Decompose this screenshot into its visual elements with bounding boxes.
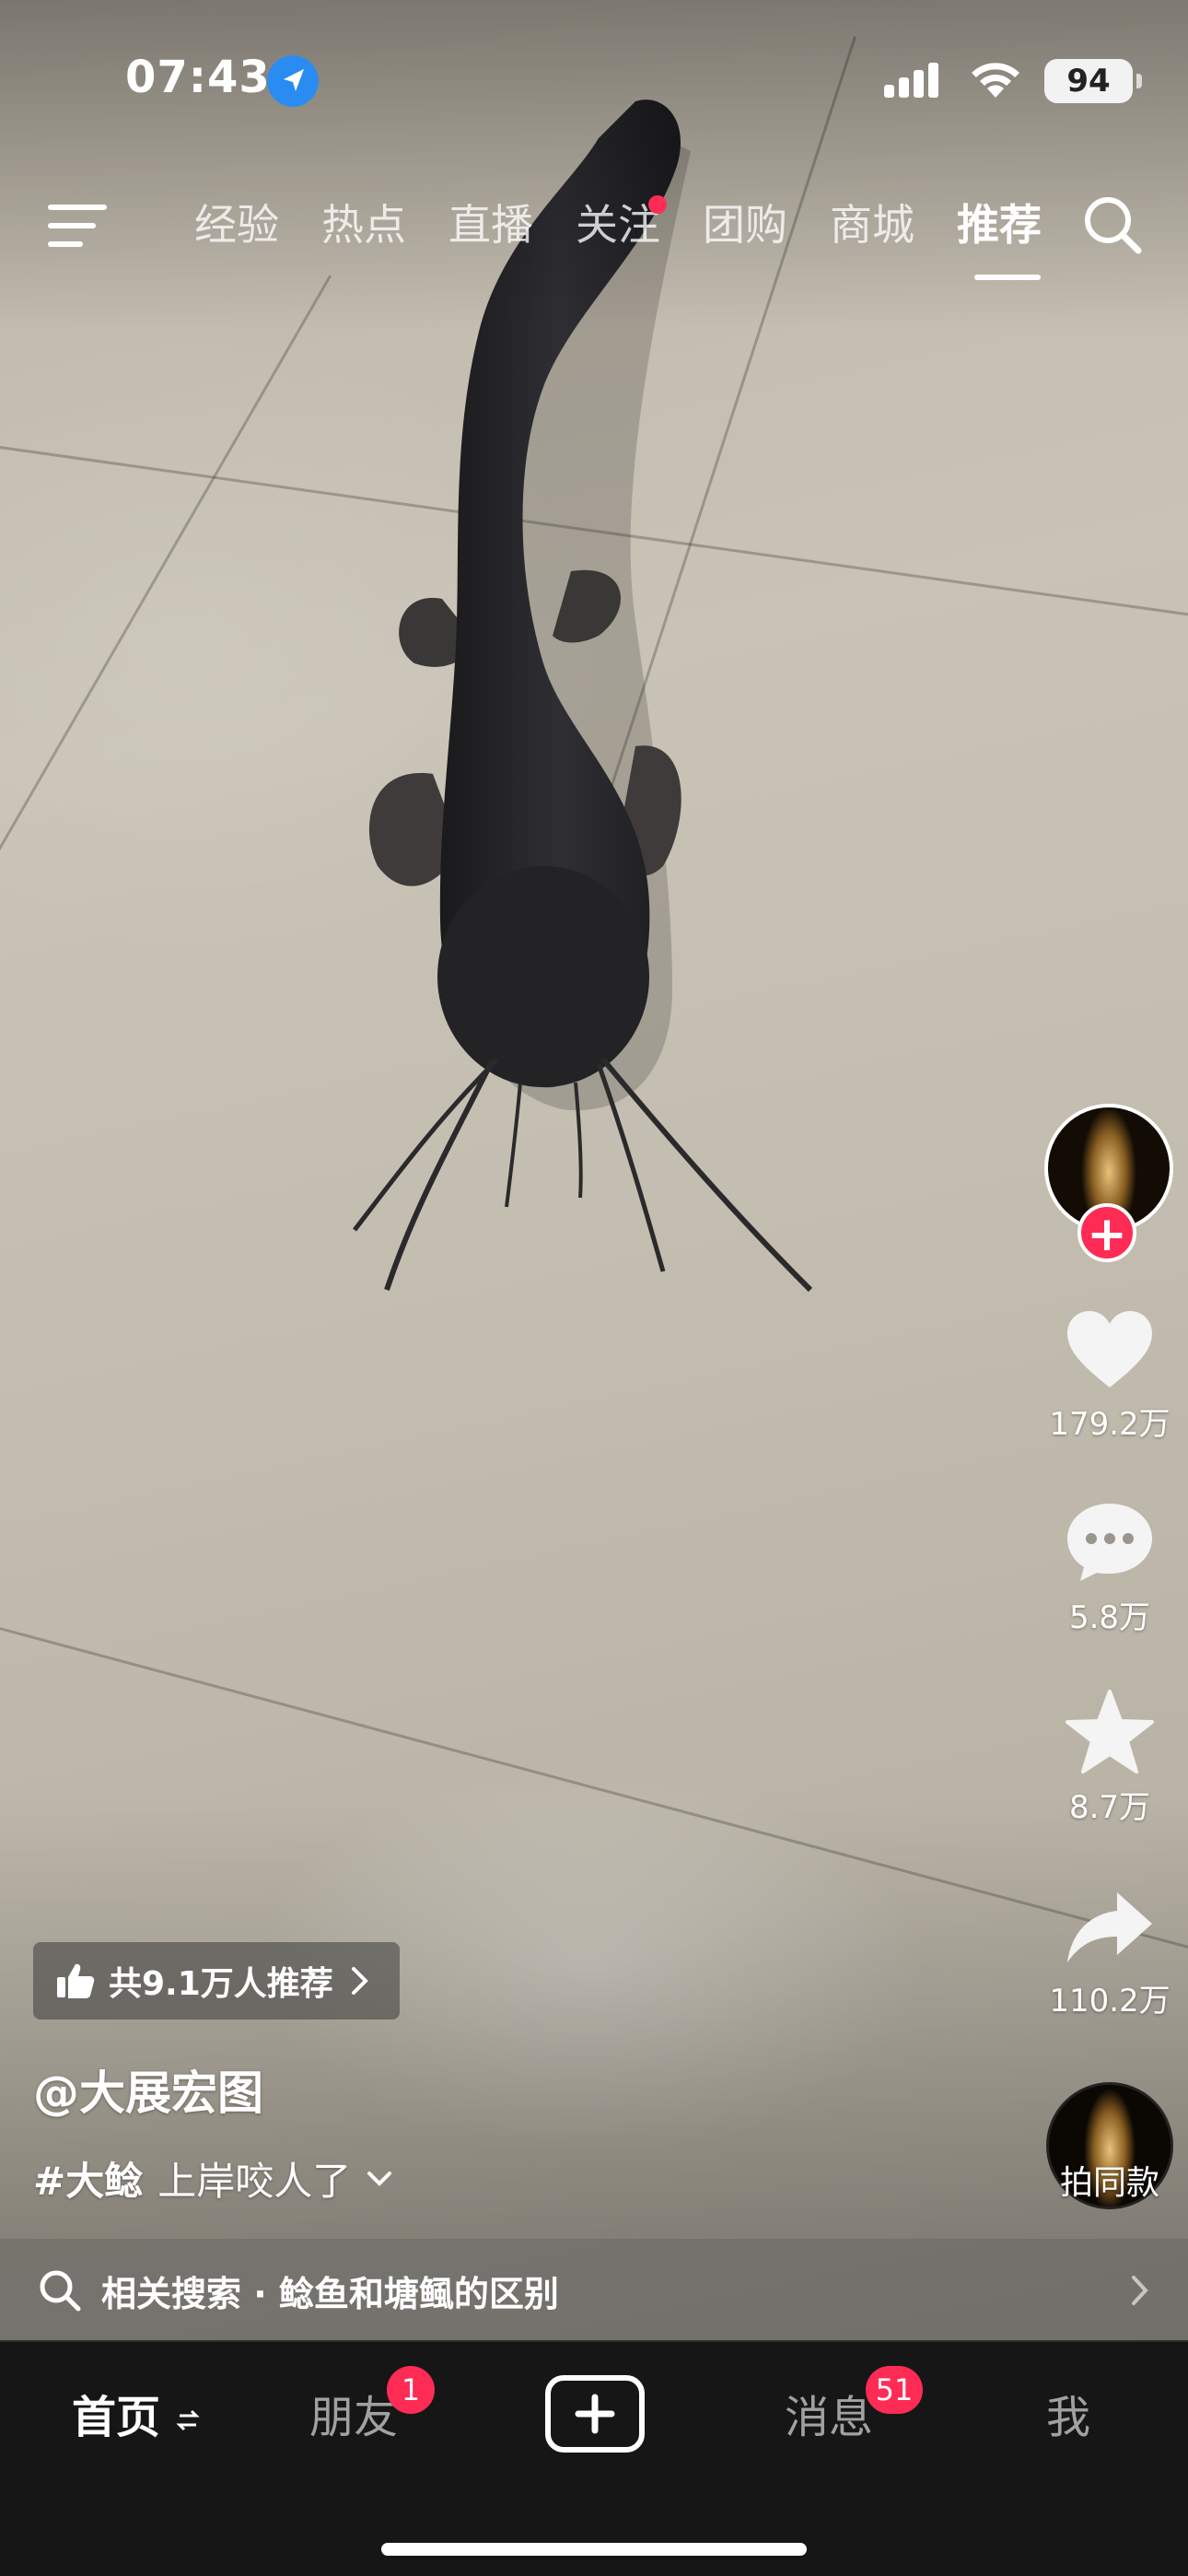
chevron-right-icon bbox=[351, 1967, 368, 1995]
tab-experience[interactable]: 经验 bbox=[173, 192, 300, 258]
tab-recommended[interactable]: 推荐 bbox=[936, 192, 1063, 280]
search-icon bbox=[40, 2270, 81, 2312]
like-button[interactable]: 179.2万 bbox=[1041, 1308, 1179, 1444]
chevron-right-icon bbox=[1132, 2276, 1148, 2305]
heart-icon bbox=[1067, 1311, 1152, 1388]
creator-avatar[interactable]: + bbox=[1044, 1104, 1173, 1262]
wifi-icon bbox=[972, 63, 1019, 98]
follow-button[interactable]: + bbox=[1077, 1203, 1136, 1262]
cellular-signal-icon bbox=[884, 63, 938, 98]
active-tab-underline bbox=[974, 275, 1041, 280]
friends-badge: 1 bbox=[387, 2366, 435, 2414]
favorite-count: 8.7万 bbox=[1068, 1789, 1151, 1826]
recommend-text: 共9.1万人推荐 bbox=[109, 1965, 333, 2003]
search-icon bbox=[1085, 197, 1142, 254]
switch-feed-icon bbox=[176, 2409, 200, 2431]
battery-indicator: 94 bbox=[1044, 59, 1142, 103]
create-video-button[interactable] bbox=[545, 2375, 645, 2453]
tab-me[interactable]: 我 bbox=[1046, 2381, 1090, 2445]
tab-trending[interactable]: 热点 bbox=[300, 192, 427, 258]
top-gradient bbox=[0, 0, 1188, 332]
use-sound-label[interactable]: 拍同款 bbox=[1022, 2156, 1188, 2204]
related-search-text: 相关搜索 · 鲶鱼和塘鲺的区别 bbox=[101, 2273, 559, 2314]
favorite-button[interactable]: 8.7万 bbox=[1041, 1688, 1179, 1827]
tab-mall[interactable]: 商城 bbox=[809, 192, 936, 258]
star-icon bbox=[1066, 1690, 1154, 1774]
tab-home-label: 首页 bbox=[72, 2392, 161, 2443]
description-text: 上岸咬人了 bbox=[157, 2159, 352, 2204]
location-arrow-icon bbox=[267, 55, 319, 107]
comment-count: 5.8万 bbox=[1068, 1599, 1151, 1636]
tab-friends-label: 朋友 bbox=[309, 2392, 399, 2443]
search-button[interactable] bbox=[1079, 192, 1146, 258]
tab-messages-label: 消息 bbox=[785, 2392, 874, 2443]
messages-badge: 51 bbox=[866, 2366, 923, 2414]
tab-group-buy[interactable]: 团购 bbox=[681, 192, 809, 258]
related-search-bar[interactable]: 相关搜索 · 鲶鱼和塘鲺的区别 bbox=[0, 2239, 1188, 2342]
tab-messages[interactable]: 消息 bbox=[785, 2381, 873, 2445]
tab-me-label: 我 bbox=[1046, 2392, 1091, 2443]
author-handle[interactable]: @大展宏图 bbox=[33, 2056, 263, 2123]
tab-live[interactable]: 直播 bbox=[427, 192, 554, 258]
new-content-dot bbox=[648, 195, 667, 214]
plus-icon bbox=[575, 2394, 615, 2434]
share-arrow-icon bbox=[1067, 1892, 1152, 1962]
comment-icon bbox=[1067, 1504, 1152, 1581]
share-count: 110.2万 bbox=[1049, 1983, 1171, 2020]
top-nav-tabs: 经验 热点 直播 关注 团购 商城 推荐 bbox=[173, 192, 1063, 280]
menu-icon[interactable] bbox=[48, 205, 107, 249]
tab-home[interactable]: 首页 bbox=[72, 2381, 200, 2445]
recommend-count-pill[interactable]: 共9.1万人推荐 bbox=[33, 1942, 400, 2020]
status-icons: 94 bbox=[882, 55, 1142, 107]
share-button[interactable]: 110.2万 bbox=[1041, 1889, 1179, 2020]
video-description[interactable]: #大鲶 上岸咬人了 bbox=[33, 2150, 393, 2207]
hashtag[interactable]: #大鲶 bbox=[33, 2150, 143, 2207]
comment-button[interactable]: 5.8万 bbox=[1041, 1500, 1179, 1637]
tab-friends[interactable]: 朋友 bbox=[309, 2381, 398, 2445]
thumbs-up-icon bbox=[57, 1963, 95, 1998]
home-indicator bbox=[381, 2543, 807, 2556]
tab-following[interactable]: 关注 bbox=[554, 192, 681, 258]
chevron-down-icon[interactable] bbox=[366, 2168, 393, 2190]
status-time: 07:43 bbox=[125, 52, 271, 103]
like-count: 179.2万 bbox=[1049, 1406, 1171, 1443]
